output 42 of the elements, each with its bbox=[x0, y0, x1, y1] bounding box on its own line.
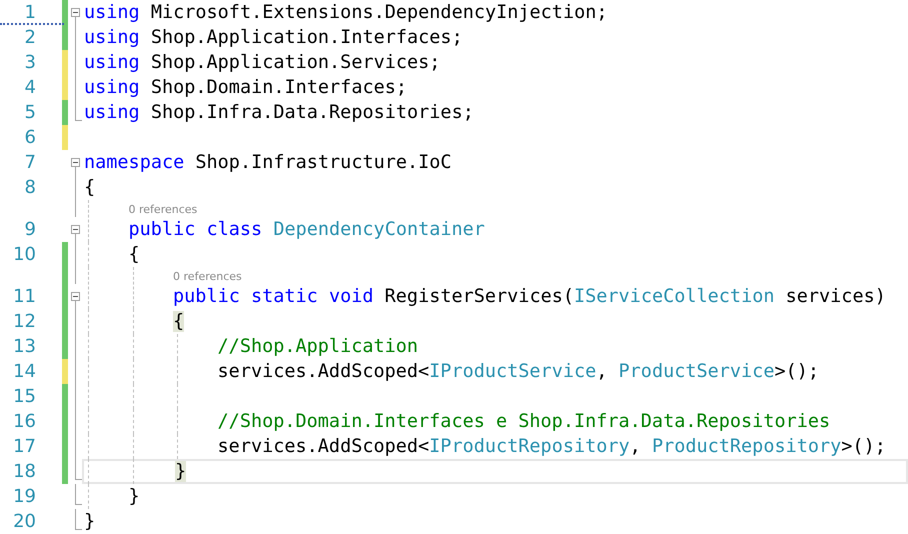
references-link[interactable]: 0 references bbox=[173, 270, 242, 284]
code-line: public class DependencyContainer bbox=[128, 218, 485, 240]
code-line: using Shop.Application.Interfaces; bbox=[84, 26, 463, 48]
collapse-icon[interactable] bbox=[71, 158, 80, 167]
line-number: 2 bbox=[24, 26, 37, 50]
line-number: 11 bbox=[12, 285, 37, 309]
line-number: 13 bbox=[12, 335, 37, 359]
code-line: { bbox=[84, 176, 96, 198]
line-number: 14 bbox=[12, 360, 37, 384]
collapse-icon[interactable] bbox=[71, 292, 80, 301]
code-line: public static void RegisterServices(IServiceCollection services) bbox=[173, 286, 886, 308]
line-number: 18 bbox=[12, 460, 37, 484]
code-line: using Microsoft.Extensions.DependencyInjection; bbox=[84, 2, 608, 24]
line-number: 7 bbox=[24, 151, 37, 175]
code-line: services.AddScoped<IProductService, ProductService>(); bbox=[218, 360, 820, 382]
line-number: 17 bbox=[12, 435, 37, 459]
line-number: 5 bbox=[24, 101, 37, 125]
collapse-icon[interactable] bbox=[71, 8, 80, 17]
collapse-icon[interactable] bbox=[71, 225, 80, 234]
line-number: 6 bbox=[24, 126, 37, 150]
code-line: { bbox=[128, 244, 140, 266]
line-number: 4 bbox=[24, 76, 37, 100]
code-line: using Shop.Application.Services; bbox=[84, 52, 440, 74]
line-number: 15 bbox=[12, 385, 37, 409]
code-line: using Shop.Infra.Data.Repositories; bbox=[84, 102, 474, 124]
code-line: } bbox=[84, 510, 96, 532]
line-number: 16 bbox=[12, 410, 37, 434]
line-number: 1 bbox=[24, 1, 37, 25]
code-line: services.AddScoped<IProductRepository, ProductRepository>(); bbox=[218, 436, 886, 458]
line-number: 3 bbox=[24, 51, 37, 75]
line-number: 20 bbox=[12, 510, 37, 534]
code-line: } bbox=[128, 486, 140, 508]
code-line: //Shop.Domain.Interfaces e Shop.Infra.Data.Repositories bbox=[218, 410, 830, 432]
code-line: //Shop.Application bbox=[218, 336, 418, 358]
code-line: namespace Shop.Infrastructure.IoC bbox=[84, 152, 452, 174]
line-number: 9 bbox=[24, 218, 37, 242]
code-line: using Shop.Domain.Interfaces; bbox=[84, 76, 408, 98]
line-number: 19 bbox=[12, 485, 37, 509]
references-link[interactable]: 0 references bbox=[128, 203, 198, 217]
line-number: 8 bbox=[24, 176, 37, 200]
line-number: 12 bbox=[12, 310, 37, 334]
line-number: 10 bbox=[12, 243, 37, 267]
